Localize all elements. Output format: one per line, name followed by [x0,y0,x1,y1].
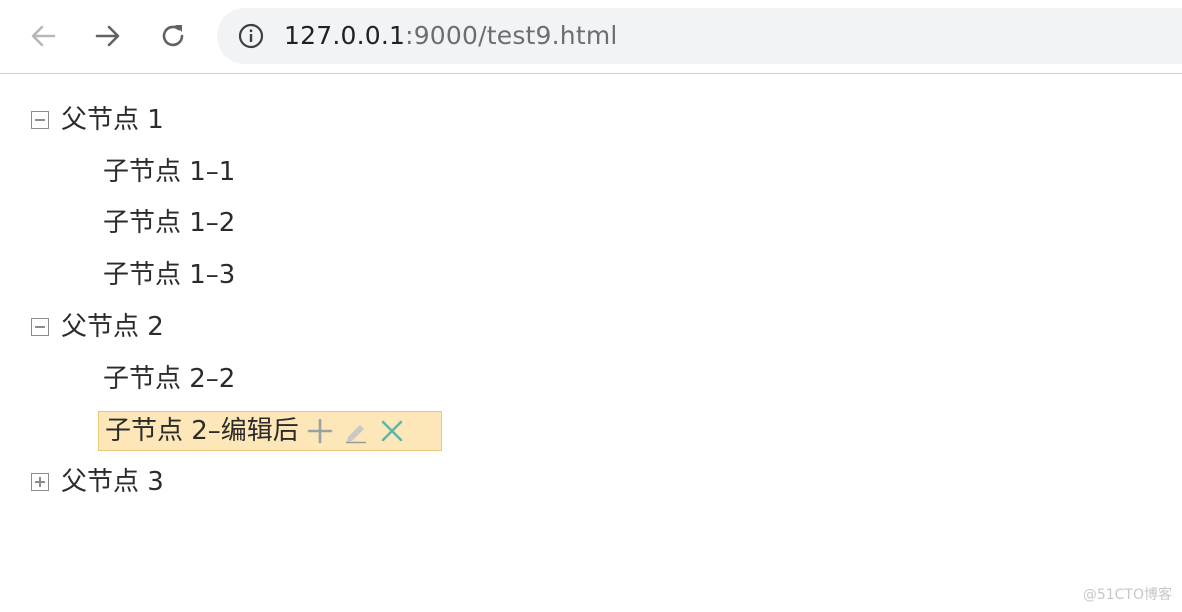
collapse-icon[interactable] [31,318,49,336]
delete-icon[interactable] [377,416,407,446]
url-text: 127.0.0.1:9000/test9.html [284,21,618,51]
watermark: @51CTO博客 [1082,587,1172,603]
browser-toolbar: 127.0.0.1:9000/test9.html [0,0,1182,74]
collapse-icon[interactable] [31,111,49,129]
tree-node-child[interactable]: 子节点 1–2 [103,199,235,247]
tree-node-label[interactable]: 父节点 1 [61,105,164,135]
tree-node-parent[interactable]: 父节点 2 [31,303,164,351]
tree-node-parent[interactable]: 父节点 3 [31,458,164,506]
add-icon[interactable] [305,416,335,446]
tree-node-label[interactable]: 子节点 2–编辑后 [105,416,299,446]
url-path: :9000/test9.html [405,21,618,50]
forward-arrow-icon[interactable] [88,16,128,56]
tree-node-label[interactable]: 子节点 1–1 [103,157,235,187]
tree-node-parent[interactable]: 父节点 1 [31,96,164,144]
tree-node-label[interactable]: 子节点 1–2 [103,208,235,238]
tree-node-label[interactable]: 子节点 2–2 [103,364,235,394]
expand-icon[interactable] [31,473,49,491]
url-host: 127.0.0.1 [284,21,406,50]
edit-icon[interactable] [341,416,371,446]
tree-node-label[interactable]: 父节点 3 [61,467,164,497]
info-icon[interactable] [237,22,265,50]
reload-icon[interactable] [153,16,193,56]
tree-node-label[interactable]: 父节点 2 [61,312,164,342]
address-bar[interactable]: 127.0.0.1:9000/test9.html [217,8,1182,64]
tree-node-label[interactable]: 子节点 1–3 [103,260,235,290]
tree-node-child[interactable]: 子节点 1–3 [103,251,235,299]
tree-node-child[interactable]: 子节点 2–2 [103,355,235,403]
tree-node-child[interactable]: 子节点 1–1 [103,148,235,196]
tree-node-selected[interactable]: 子节点 2–编辑后 [98,411,442,451]
back-arrow-icon[interactable] [23,16,63,56]
